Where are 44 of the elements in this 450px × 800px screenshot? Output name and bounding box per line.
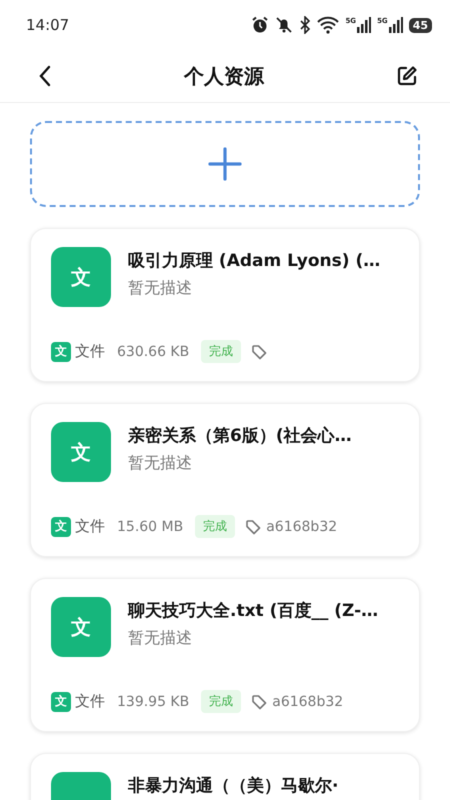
bluetooth-icon — [299, 16, 312, 34]
edit-icon — [396, 65, 418, 87]
file-size: 15.60 MB — [117, 518, 184, 534]
file-type-icon: 文 — [51, 342, 71, 362]
signal-icon — [357, 17, 372, 33]
resource-card[interactable]: 文 亲密关系（第6版）(社会心… 暂无描述 文 文件 15.60 MB 完成 a6168b32 — [30, 403, 420, 557]
resource-title: 吸引力原理 (Adam Lyons) (… — [128, 250, 380, 272]
add-resource-button[interactable] — [30, 121, 420, 207]
tag-icon — [245, 518, 262, 534]
signal-icon — [388, 17, 403, 33]
plus-icon — [208, 147, 242, 181]
tag-icon — [251, 694, 268, 710]
tag-label: a6168b32 — [266, 518, 338, 534]
file-type-icon: 文 — [51, 597, 111, 657]
resource-card[interactable]: 文 聊天技巧大全.txt (百度__ (Z-… 暂无描述 文 文件 139.95 KB 完成 a6168b32 — [30, 578, 420, 732]
file-type-icon: 文 — [51, 247, 111, 307]
back-icon — [38, 65, 52, 87]
status-badge: 完成 — [195, 515, 236, 538]
resource-description: 暂无描述 — [128, 278, 193, 299]
resource-card[interactable]: 非暴力沟通（（美）马歇尔· — [30, 753, 420, 800]
resource-title: 聊天技巧大全.txt (百度__ (Z-… — [128, 600, 378, 622]
resource-description: 暂无描述 — [128, 628, 193, 649]
resource-title: 非暴力沟通（（美）马歇尔· — [128, 775, 338, 797]
page-title: 个人资源 — [184, 62, 264, 90]
file-type-icon: 文 — [51, 516, 71, 536]
resource-card[interactable]: 文 吸引力原理 (Adam Lyons) (… 暂无描述 文 文件 630.66 KB 完成 — [30, 228, 420, 382]
resource-title: 亲密关系（第6版）(社会心… — [128, 425, 352, 447]
alarm-icon — [251, 16, 270, 34]
file-type-icon: 文 — [51, 422, 111, 482]
wifi-icon — [317, 16, 340, 34]
resource-description: 暂无描述 — [128, 453, 193, 474]
status-badge: 完成 — [201, 690, 242, 713]
file-size: 630.66 KB — [117, 344, 190, 360]
muted-bell-icon — [275, 16, 294, 34]
file-type-label: 文件 — [75, 342, 105, 361]
tag-label: a6168b32 — [272, 694, 344, 710]
file-type-icon: 文 — [51, 692, 71, 712]
file-type-label: 文件 — [75, 517, 105, 536]
file-type-label: 文件 — [75, 692, 105, 711]
battery-indicator: 45 — [408, 18, 432, 32]
status-time: 14:07 — [26, 16, 70, 34]
tag-icon — [251, 344, 268, 360]
status-badge: 完成 — [201, 340, 242, 363]
file-size: 139.95 KB — [117, 694, 190, 710]
